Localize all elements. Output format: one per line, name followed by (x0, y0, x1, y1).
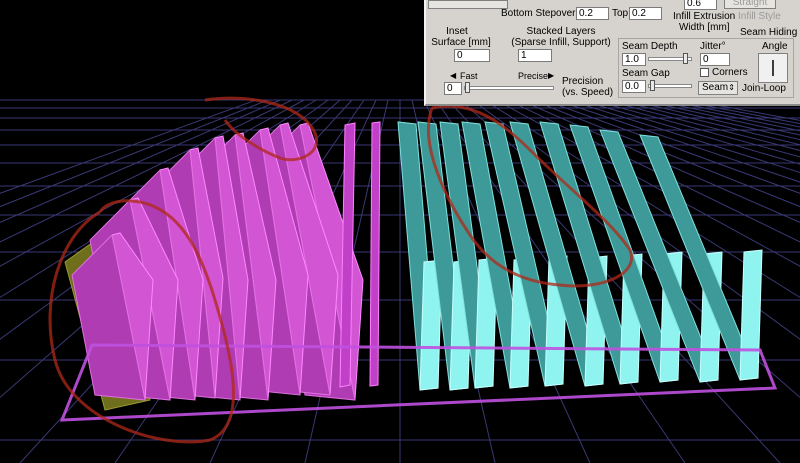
join-loop-label: Join-Loop (742, 83, 786, 94)
infill-style-selected: Straight (732, 0, 768, 8)
precision-sub-label: (vs. Speed) (562, 87, 614, 98)
corners-label: Corners (712, 67, 748, 78)
infill-extrusion-width-label: Width [mm] (679, 22, 730, 33)
stacked-layers-input[interactable] (518, 49, 552, 62)
precision-slider-track[interactable] (464, 86, 554, 90)
seam-mode-selected: Seam (702, 82, 729, 93)
seam-gap-slider-thumb[interactable] (650, 80, 655, 91)
infill-style-label: Infill Style (738, 11, 781, 22)
inset-label: Inset (446, 26, 468, 37)
bottom-stepover-input[interactable] (576, 7, 609, 20)
jitter-label: Jitter° (700, 41, 726, 52)
infill-extrusion-width-input[interactable] (684, 0, 717, 10)
precise-label: Precise (518, 71, 549, 81)
seam-gap-label: Seam Gap (622, 68, 670, 79)
infill-extrusion-label: Infill Extrusion (673, 11, 736, 22)
seam-mode-select[interactable]: Seam ⇕ (698, 81, 738, 95)
settings-panel: Bottom Stepover Top Infill Extrusion Wid… (424, 0, 800, 106)
right-arrow-icon[interactable]: ▶ (548, 71, 554, 80)
inset-surface-input[interactable] (454, 49, 490, 62)
precision-input[interactable] (444, 82, 462, 95)
angle-label: Angle (762, 41, 788, 52)
left-arrow-icon[interactable]: ◀ (450, 71, 456, 80)
grid-line (663, 99, 800, 128)
fast-label: Fast (460, 71, 478, 81)
top-label: Top (612, 8, 629, 19)
updown-arrows-icon: ⇕ (728, 83, 735, 92)
angle-dial[interactable] (758, 53, 788, 83)
jitter-input[interactable] (700, 53, 730, 66)
viewport-3d[interactable]: Bottom Stepover Top Infill Extrusion Wid… (0, 0, 800, 463)
precision-label: Precision (562, 76, 604, 87)
infill-style-select[interactable]: Straight (724, 0, 776, 9)
panel-top-button[interactable] (428, 0, 508, 9)
seam-gap-input[interactable] (622, 80, 646, 93)
seam-depth-label: Seam Depth (622, 41, 678, 52)
stacked-layers-label: Stacked Layers (526, 26, 596, 37)
seam-hiding-label: Seam Hiding (740, 27, 798, 38)
seam-depth-input[interactable] (622, 53, 646, 66)
angle-dial-icon (772, 60, 774, 76)
cyan-plate-edge (739, 249, 763, 381)
precision-slider-thumb[interactable] (465, 82, 470, 93)
seam-depth-slider-thumb[interactable] (683, 53, 688, 64)
bottom-stepover-label: Bottom Stepover (501, 8, 576, 19)
corners-checkbox[interactable] (700, 68, 709, 77)
inset-surface-label: Surface [mm] (431, 37, 491, 48)
top-stepover-input[interactable] (629, 7, 662, 20)
printed-plates (64, 121, 763, 411)
stacked-layers-sub-label: (Sparse Infill, Support) (511, 37, 611, 48)
